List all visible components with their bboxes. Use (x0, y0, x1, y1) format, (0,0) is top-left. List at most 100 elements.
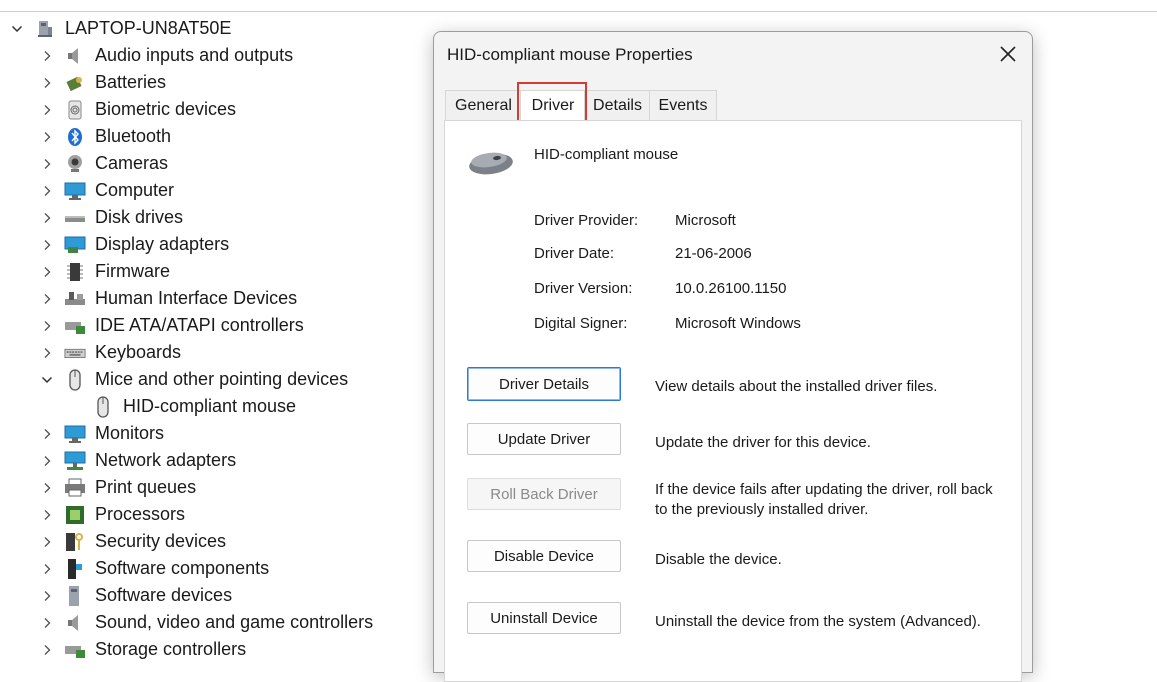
tree-item-label: Cameras (95, 153, 169, 173)
driver-version-value: 10.0.26100.1150 (675, 280, 787, 297)
disk-icon (64, 207, 86, 229)
storage-icon (64, 639, 86, 661)
tree-item-label: Display adapters (95, 234, 230, 254)
tree-item-label: Disk drives (95, 207, 184, 227)
speaker-icon (64, 45, 86, 67)
tree-item-label: Firmware (95, 261, 170, 281)
tree-item-label: Monitors (95, 423, 165, 443)
chevron-right-icon[interactable] (40, 76, 54, 90)
tree-item-label: Mice and other pointing devices (95, 369, 349, 389)
disable-device-button[interactable]: Disable Device (467, 540, 621, 572)
tree-item-label: Bluetooth (95, 126, 172, 146)
tree-item-label: IDE ATA/ATAPI controllers (95, 315, 304, 335)
chevron-right-icon[interactable] (40, 346, 54, 360)
tree-item-bluetooth[interactable]: Bluetooth (40, 123, 171, 150)
tree-item-label: Network adapters (95, 450, 237, 470)
tree-item-ide[interactable]: IDE ATA/ATAPI controllers (40, 312, 304, 339)
driver-date-label: Driver Date: (534, 245, 615, 262)
chevron-right-icon[interactable] (40, 157, 54, 171)
driver-details-desc: View details about the installed driver … (655, 378, 938, 395)
chevron-right-icon[interactable] (40, 454, 54, 468)
chevron-right-icon[interactable] (40, 103, 54, 117)
chevron-right-icon[interactable] (40, 616, 54, 630)
speaker-icon (64, 612, 86, 634)
tree-item-audio[interactable]: Audio inputs and outputs (40, 42, 293, 69)
tree-item-label: Sound, video and game controllers (95, 612, 374, 632)
security-icon (64, 531, 86, 553)
chevron-right-icon[interactable] (40, 265, 54, 279)
chevron-right-icon[interactable] (40, 130, 54, 144)
tree-root[interactable]: LAPTOP-UN8AT50E (10, 15, 231, 42)
tree-item-label: HID-compliant mouse (123, 396, 297, 416)
chevron-right-icon[interactable] (40, 319, 54, 333)
tree-item-firmware[interactable]: Firmware (40, 258, 170, 285)
tab-details[interactable]: Details (584, 90, 651, 121)
uninstall-device-button[interactable]: Uninstall Device (467, 602, 621, 634)
digital-signer-label: Digital Signer: (534, 315, 628, 332)
tab-general[interactable]: General (445, 90, 522, 121)
mouse-icon (467, 147, 515, 182)
chevron-right-icon[interactable] (40, 427, 54, 441)
chevron-right-icon[interactable] (40, 562, 54, 576)
driver-details-button[interactable]: Driver Details (467, 367, 621, 401)
tree-item-cameras[interactable]: Cameras (40, 150, 168, 177)
dialog-title: HID-compliant mouse Properties (447, 45, 693, 64)
driver-provider-label: Driver Provider: (534, 212, 639, 229)
tree-item-hid-mouse[interactable]: HID-compliant mouse (92, 393, 296, 420)
tree-item-label: Computer (95, 180, 175, 200)
tree-item-security[interactable]: Security devices (40, 528, 226, 555)
tree-item-sound[interactable]: Sound, video and game controllers (40, 609, 373, 636)
tree-item-processors[interactable]: Processors (40, 501, 185, 528)
roll-back-driver-button[interactable]: Roll Back Driver (467, 478, 621, 510)
display-adapter-icon (64, 234, 86, 256)
processor-icon (64, 504, 86, 526)
tree-item-disk-drives[interactable]: Disk drives (40, 204, 183, 231)
software-component-icon (64, 558, 86, 580)
tree-item-label: Batteries (95, 72, 167, 92)
chevron-right-icon[interactable] (40, 535, 54, 549)
tab-events[interactable]: Events (649, 90, 717, 121)
chevron-right-icon[interactable] (40, 49, 54, 63)
tree-item-computer[interactable]: Computer (40, 177, 174, 204)
tree-item-display-adapters[interactable]: Display adapters (40, 231, 229, 258)
chevron-right-icon[interactable] (40, 292, 54, 306)
chevron-right-icon[interactable] (40, 211, 54, 225)
camera-icon (64, 153, 86, 175)
driver-date-value: 21-06-2006 (675, 245, 752, 262)
tree-item-label: Print queues (95, 477, 197, 497)
tree-item-label: Biometric devices (95, 99, 237, 119)
printer-icon (64, 477, 86, 499)
chevron-right-icon[interactable] (40, 184, 54, 198)
tab-highlight-box (517, 82, 587, 122)
keyboard-icon (64, 342, 86, 364)
tree-item-software-devices[interactable]: Software devices (40, 582, 232, 609)
tree-item-label: Software devices (95, 585, 233, 605)
tree-root-label: LAPTOP-UN8AT50E (65, 18, 232, 38)
tree-item-hid[interactable]: Human Interface Devices (40, 285, 297, 312)
close-icon[interactable] (998, 44, 1018, 64)
tree-item-label: Software components (95, 558, 270, 578)
tree-item-batteries[interactable]: Batteries (40, 69, 166, 96)
tree-item-biometric[interactable]: Biometric devices (40, 96, 236, 123)
chevron-right-icon[interactable] (40, 238, 54, 252)
tree-item-software-components[interactable]: Software components (40, 555, 269, 582)
tree-item-print-queues[interactable]: Print queues (40, 474, 196, 501)
update-driver-button[interactable]: Update Driver (467, 423, 621, 455)
chevron-right-icon[interactable] (40, 589, 54, 603)
tree-item-mice[interactable]: Mice and other pointing devices (40, 366, 348, 393)
chevron-right-icon[interactable] (40, 508, 54, 522)
hid-icon (64, 288, 86, 310)
chevron-right-icon[interactable] (40, 643, 54, 657)
chevron-right-icon[interactable] (40, 481, 54, 495)
disable-device-desc: Disable the device. (655, 551, 782, 568)
chevron-down-icon[interactable] (10, 22, 24, 36)
tree-item-network[interactable]: Network adapters (40, 447, 236, 474)
tree-item-storage[interactable]: Storage controllers (40, 636, 246, 663)
mouse-icon (64, 368, 86, 391)
monitor-icon (64, 180, 86, 202)
chevron-down-icon[interactable] (40, 373, 54, 387)
tree-item-monitors[interactable]: Monitors (40, 420, 164, 447)
tree-item-label: Human Interface Devices (95, 288, 298, 308)
tree-item-keyboards[interactable]: Keyboards (40, 339, 181, 366)
ide-icon (64, 315, 86, 337)
